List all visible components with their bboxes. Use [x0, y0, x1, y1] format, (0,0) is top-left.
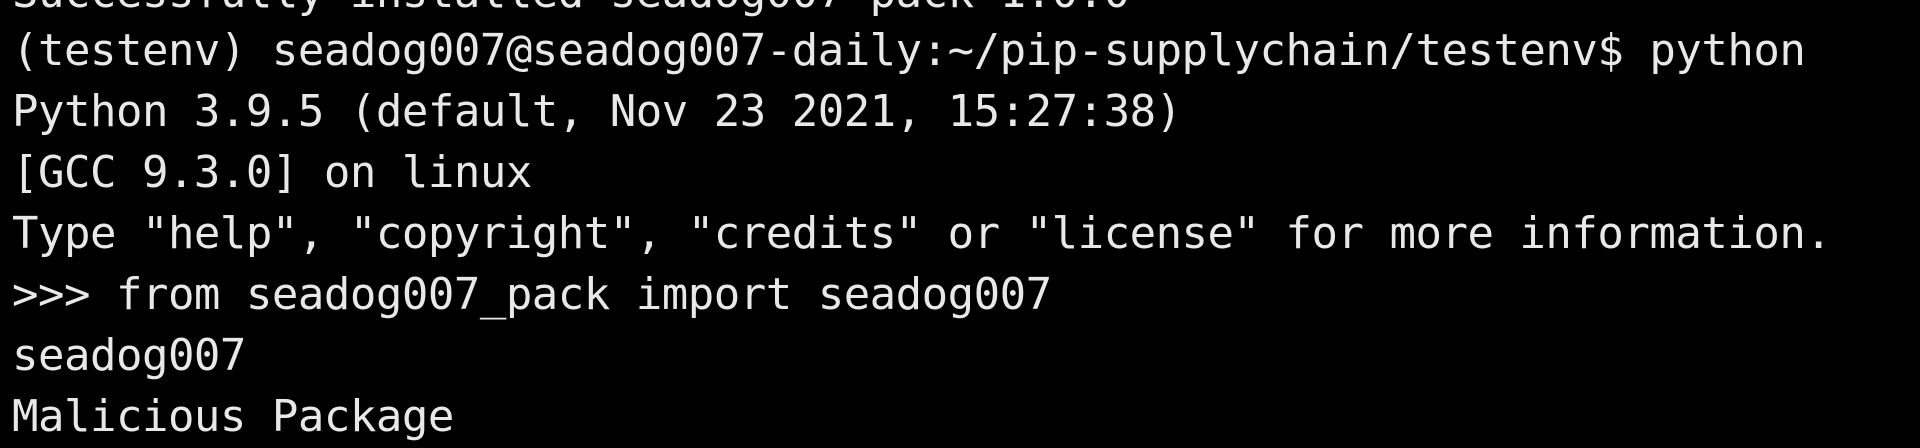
terminal-line-shell-prompt: (testenv) seadog007@seadog007-daily:~/pi…	[12, 25, 1806, 76]
terminal-line-compiler-info: [GCC 9.3.0] on linux	[12, 147, 532, 198]
terminal-line-output-name: seadog007	[12, 330, 246, 381]
terminal-line-python-import: >>> from seadog007_pack import seadog007	[12, 269, 1052, 320]
terminal-line-help-hint: Type "help", "copyright", "credits" or "…	[12, 208, 1832, 259]
terminal-line-output-message: Malicious Package	[12, 391, 454, 442]
terminal-line-python-version: Python 3.9.5 (default, Nov 23 2021, 15:2…	[12, 86, 1182, 137]
terminal-window[interactable]: Successfully installed seadog007-pack-1.…	[0, 0, 1920, 448]
